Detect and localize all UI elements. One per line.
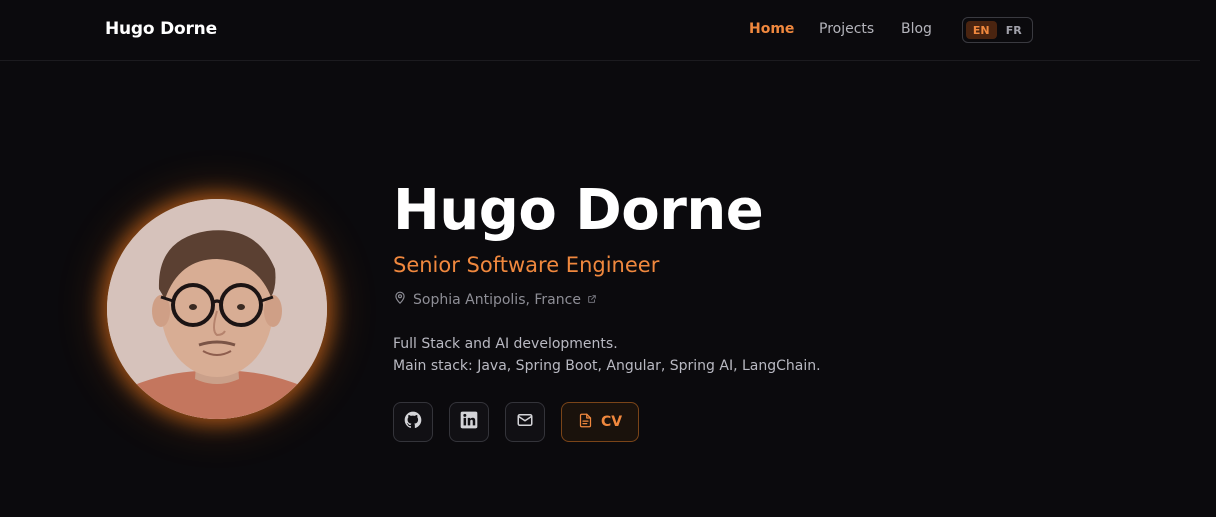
github-icon bbox=[403, 410, 423, 434]
lang-en-button[interactable]: EN bbox=[966, 21, 997, 39]
mail-icon bbox=[516, 411, 534, 433]
hero-name: Hugo Dorne bbox=[393, 178, 764, 243]
lang-fr-button[interactable]: FR bbox=[999, 21, 1030, 39]
nav-projects[interactable]: Projects bbox=[819, 21, 874, 37]
description-line: Full Stack and AI developments. bbox=[393, 336, 618, 352]
nav-home[interactable]: Home bbox=[749, 21, 794, 37]
profile-avatar bbox=[107, 199, 327, 419]
cv-label: CV bbox=[600, 414, 623, 430]
email-button[interactable] bbox=[505, 402, 545, 442]
nav-blog[interactable]: Blog bbox=[901, 21, 932, 37]
github-button[interactable] bbox=[393, 402, 433, 442]
brand-name[interactable]: Hugo Dorne bbox=[105, 19, 217, 39]
hero-description: Full Stack and AI developments. Main sta… bbox=[393, 333, 821, 377]
cv-download-button[interactable]: CV bbox=[561, 402, 639, 442]
top-navbar: Hugo Dorne Home Projects Blog EN FR bbox=[0, 0, 1200, 61]
document-icon bbox=[578, 412, 593, 433]
language-switcher: EN FR bbox=[962, 17, 1033, 43]
external-link-icon bbox=[587, 292, 597, 308]
linkedin-icon bbox=[459, 410, 479, 434]
location-text: Sophia Antipolis, France bbox=[413, 292, 581, 308]
location-link[interactable]: Sophia Antipolis, France bbox=[393, 291, 597, 309]
social-links: CV bbox=[393, 402, 639, 442]
linkedin-button[interactable] bbox=[449, 402, 489, 442]
map-pin-icon bbox=[393, 291, 407, 309]
job-title: Senior Software Engineer bbox=[393, 253, 660, 277]
description-line: Main stack: Java, Spring Boot, Angular, … bbox=[393, 358, 821, 374]
